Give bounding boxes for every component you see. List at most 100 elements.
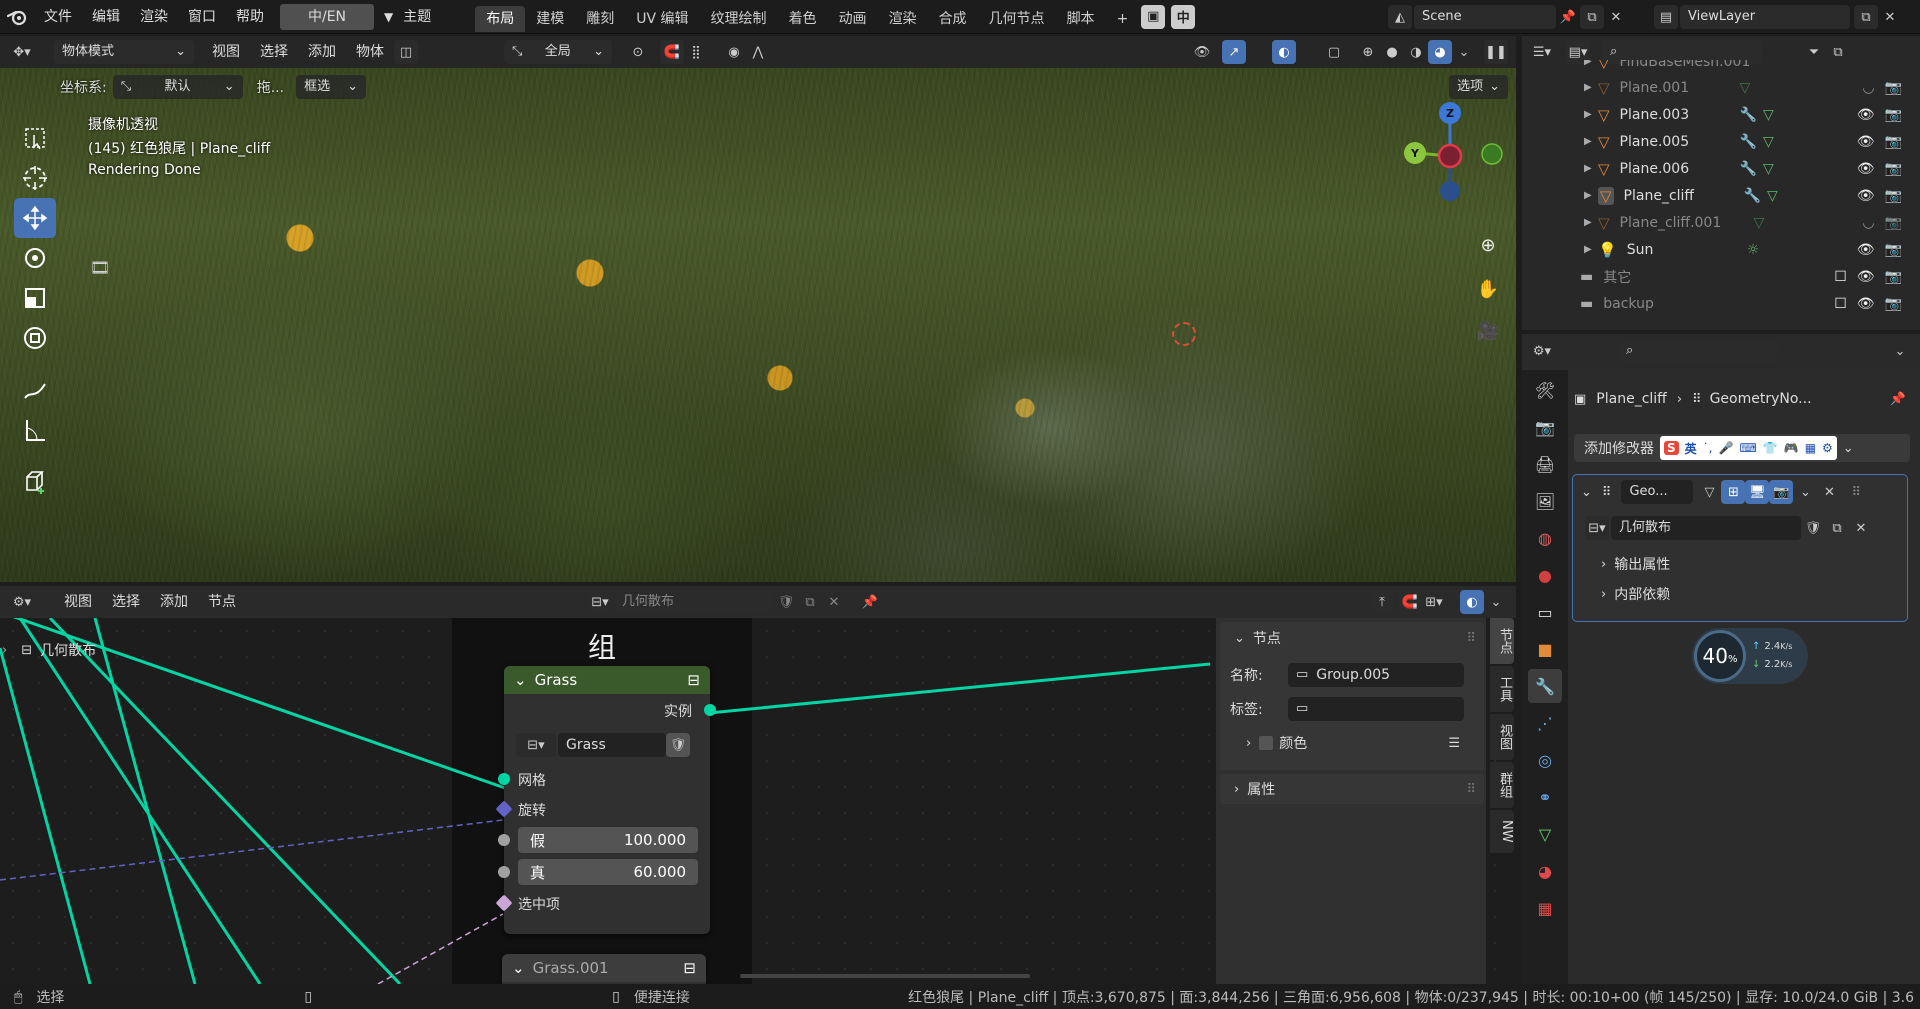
- drag-handle-icon[interactable]: ⠿: [1466, 782, 1476, 797]
- list-icon[interactable]: ☰: [1448, 736, 1460, 751]
- cursor-icon[interactable]: [14, 158, 56, 198]
- eye-icon[interactable]: 👁: [1857, 296, 1875, 312]
- camera-render-icon[interactable]: 📷: [1885, 107, 1902, 123]
- menu-edit[interactable]: 编辑: [82, 0, 130, 34]
- physics-tab-icon[interactable]: ◎: [1528, 743, 1562, 777]
- parent-node-icon[interactable]: ⤒: [1370, 590, 1394, 614]
- checkbox[interactable]: ☐: [1834, 269, 1847, 285]
- list-item[interactable]: ▶ ▽ Plane_cliff.001 ▽ ◡ 📷: [1522, 209, 1920, 236]
- menu-help[interactable]: 帮助: [226, 0, 274, 34]
- node-menu-view[interactable]: 视图: [54, 585, 102, 619]
- node-header[interactable]: ⌄ Grass ⊟: [504, 666, 710, 694]
- chevron-down-icon[interactable]: ⌄: [1843, 441, 1854, 456]
- shading-solid-icon[interactable]: ●: [1380, 40, 1404, 64]
- add-cube-icon[interactable]: [14, 462, 56, 502]
- tab-texture-paint[interactable]: 纹理绘制: [700, 6, 778, 32]
- list-item[interactable]: ▶ ▽ Plane.001 ▽ ◡ 📷: [1522, 74, 1920, 101]
- overlay-toggle-icon[interactable]: ◐: [1460, 590, 1484, 614]
- keyboard-icon[interactable]: ⌨: [1739, 441, 1756, 455]
- chevron-down-icon[interactable]: ⌄: [1452, 40, 1476, 64]
- list-item[interactable]: ▶ ▽ Plane.005 🔧 ▽ 👁 📷: [1522, 128, 1920, 155]
- tab-animation[interactable]: 动画: [828, 6, 878, 32]
- menu-render[interactable]: 渲染: [130, 0, 178, 34]
- close-icon[interactable]: ✕: [1604, 5, 1628, 29]
- ime-toolbar[interactable]: S 英 ˙, 🎤 ⌨ 👕 🎮 ▦ ⚙: [1660, 436, 1837, 460]
- color-checkbox[interactable]: [1259, 736, 1274, 750]
- punctuation-icon[interactable]: ˙,: [1703, 441, 1713, 455]
- pivot-icon[interactable]: ⊙: [626, 40, 650, 64]
- output-attributes-section[interactable]: › 输出属性: [1573, 549, 1907, 579]
- expand-icon[interactable]: ▶: [1584, 190, 1598, 201]
- ime-language[interactable]: 英: [1685, 440, 1697, 457]
- overlay-toggle-icon[interactable]: ◐: [1272, 40, 1296, 64]
- scene-selector[interactable]: ◭ Scene 📌 ⧉ ✕: [1388, 5, 1628, 29]
- close-icon[interactable]: ✕: [1817, 480, 1841, 504]
- node-label-field[interactable]: ▭: [1288, 697, 1464, 721]
- properties-search-input[interactable]: ⌕: [1618, 339, 1778, 363]
- node-menu-add[interactable]: 添加: [150, 585, 198, 619]
- expand-icon[interactable]: ▶: [1584, 244, 1598, 255]
- add-workspace-button[interactable]: +: [1106, 6, 1140, 32]
- node-group-icon[interactable]: ⊟: [687, 671, 700, 689]
- tab-compositing[interactable]: 合成: [928, 6, 978, 32]
- collection-tab-icon[interactable]: ▭: [1528, 595, 1562, 629]
- transform-icon[interactable]: [14, 318, 56, 358]
- camera-render-icon[interactable]: 📷: [1885, 80, 1902, 96]
- true-value-field[interactable]: 真 60.000: [518, 859, 698, 885]
- cage-toggle-icon[interactable]: ⊞: [1721, 480, 1746, 504]
- viewport-menu-view[interactable]: 视图: [202, 35, 250, 69]
- tab-nw[interactable]: NW: [1490, 810, 1514, 853]
- breadcrumb-modifier[interactable]: GeometryNo...: [1710, 391, 1812, 407]
- list-item[interactable]: ▶ ▽ Plane.006 🔧 ▽ 👁 📷: [1522, 155, 1920, 182]
- microphone-icon[interactable]: 🎤: [1719, 441, 1734, 455]
- expand-icon[interactable]: ▶: [1584, 109, 1598, 120]
- camera-icon[interactable]: 🎥: [1473, 316, 1503, 346]
- gizmo-z-axis[interactable]: Z: [1439, 102, 1461, 124]
- image-icon[interactable]: ▣: [1141, 4, 1166, 29]
- visibility-icon[interactable]: 👁: [1190, 40, 1214, 64]
- scene-icon[interactable]: ◭: [1388, 5, 1412, 29]
- tab-geometry-nodes[interactable]: 几何节点: [978, 6, 1056, 32]
- close-icon[interactable]: ✕: [1849, 516, 1873, 540]
- modifier-name-field[interactable]: Geo...: [1621, 480, 1694, 504]
- editor-type-icon[interactable]: ✥▾: [10, 40, 34, 64]
- tab-sculpting[interactable]: 雕刻: [575, 6, 625, 32]
- move-icon[interactable]: [14, 198, 56, 238]
- scale-icon[interactable]: [14, 278, 56, 318]
- chevron-down-icon[interactable]: ▼: [384, 10, 393, 24]
- proportional-icon[interactable]: ◉: [722, 40, 746, 64]
- tab-tool[interactable]: 工具: [1490, 666, 1514, 712]
- node-group-field[interactable]: 几何散布: [1611, 516, 1801, 540]
- viewport-menu-object[interactable]: 物体: [346, 35, 394, 69]
- game-icon[interactable]: 🎮: [1784, 441, 1799, 455]
- scene-name-field[interactable]: Scene: [1414, 5, 1556, 29]
- expand-icon[interactable]: ▶: [1584, 136, 1598, 147]
- node-datablock-field[interactable]: 几何散布: [614, 590, 774, 614]
- toolbox-icon[interactable]: ▦: [1805, 441, 1816, 455]
- collection-item[interactable]: ▬ 其它 ☐ 👁 📷: [1522, 263, 1920, 290]
- eye-icon[interactable]: 👁: [1857, 107, 1875, 123]
- tab-rendering[interactable]: 渲染: [878, 6, 928, 32]
- expand-icon[interactable]: ▶: [1584, 82, 1598, 93]
- collapse-icon[interactable]: ⌄: [512, 959, 525, 977]
- shading-material-icon[interactable]: ◑: [1404, 40, 1428, 64]
- object-mode-dropdown[interactable]: 物体模式 ⌄: [54, 40, 194, 64]
- shading-wire-icon[interactable]: ⊕: [1356, 40, 1380, 64]
- snap-grid-icon[interactable]: ⣿: [684, 40, 708, 64]
- snap-icon[interactable]: 🧲: [660, 40, 684, 64]
- eye-icon[interactable]: 👁: [1857, 134, 1875, 150]
- new-scene-icon[interactable]: ⧉: [1580, 5, 1604, 29]
- new-view-layer-icon[interactable]: ⧉: [1854, 5, 1878, 29]
- grass-001-node[interactable]: ⌄ Grass.001 ⊟: [502, 954, 706, 984]
- select-box-icon[interactable]: [14, 118, 56, 158]
- view-layer-field[interactable]: ViewLayer: [1680, 5, 1850, 29]
- camera-render-icon[interactable]: 📷: [1885, 161, 1902, 177]
- viewport-menu-add[interactable]: 添加: [298, 35, 346, 69]
- socket-output-instance[interactable]: [704, 704, 716, 716]
- duplicate-icon[interactable]: ⧉: [798, 590, 822, 614]
- node-tree-icon[interactable]: ⊟▾: [516, 733, 556, 757]
- world-tab-icon[interactable]: ●: [1528, 558, 1562, 592]
- eye-icon[interactable]: 👁: [1857, 161, 1875, 177]
- list-item[interactable]: ▶ 💡 Sun ☼ 👁 📷: [1522, 236, 1920, 263]
- expand-icon[interactable]: ▶: [1584, 163, 1598, 174]
